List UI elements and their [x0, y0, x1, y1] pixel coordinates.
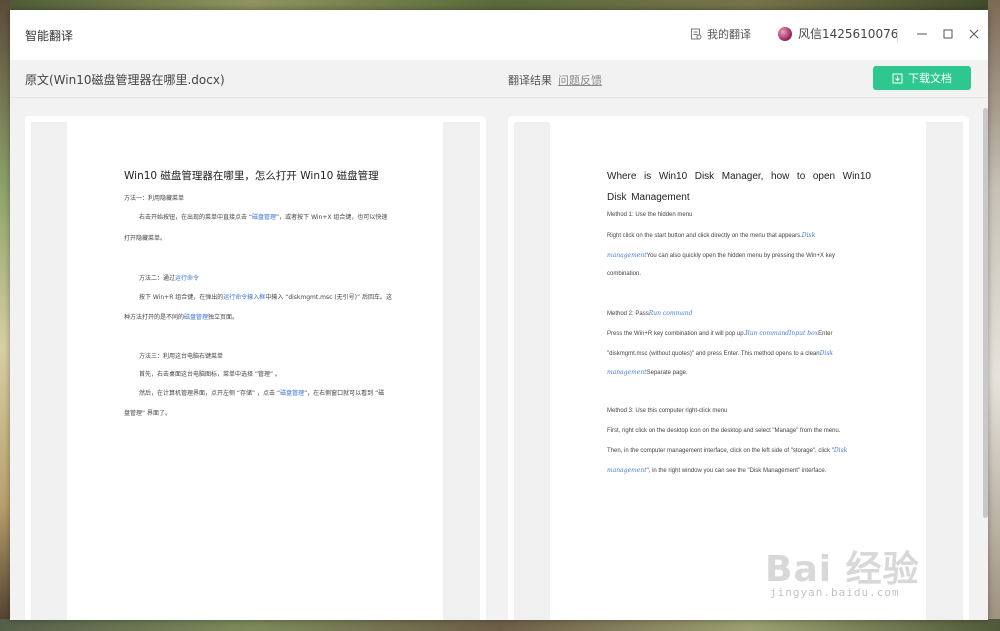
toolbar: 原文(Win10磁盘管理器在哪里.docx) 翻译结果 问题反馈 下载文档 — [10, 60, 988, 98]
line-text: "diskmgmt.msc (without quotes)" and pres… — [607, 351, 820, 357]
highlighted-term: Disk — [819, 350, 834, 357]
highlighted-term: management — [607, 252, 647, 259]
highlighted-term: 运行命令输入框 — [223, 294, 266, 301]
watermark: Bai 经验 jingyan.baidu.com — [765, 540, 965, 610]
line-text: 方法二：通过 — [139, 275, 176, 282]
line-text: ”，在右侧窗口就可以看到 “磁 — [304, 390, 385, 397]
watermark-logo: Bai 经验 — [765, 549, 920, 590]
download-document-button[interactable]: 下载文档 — [873, 66, 971, 90]
scrollbar-thumb[interactable] — [983, 108, 988, 518]
line-text: Method 3: Use this computer right-click … — [607, 408, 728, 414]
line-text: 打开隐藏菜单。 — [124, 235, 167, 242]
feedback-link[interactable]: 问题反馈 — [558, 72, 602, 88]
download-icon — [892, 73, 903, 83]
highlighted-term: Disk — [833, 447, 848, 454]
original-document-name: 原文(Win10磁盘管理器在哪里.docx) — [25, 73, 225, 87]
desktop-background-top — [0, 0, 1000, 10]
zh-line: 方法三：利用这台电脑右键菜单 — [139, 351, 223, 360]
en-line: "diskmgmt.msc (without quotes)" and pres… — [607, 350, 833, 357]
line-text: 独立页面。 — [208, 314, 239, 321]
line-text: ”，或者按下 Win+X 组合键，也可以快速 — [276, 214, 388, 221]
line-text: First, right click on the desktop icon o… — [607, 428, 841, 434]
download-label: 下载文档 — [908, 72, 952, 85]
line-text: Enter — [818, 331, 833, 337]
my-translations-button[interactable]: 我的翻译 — [690, 26, 751, 42]
en-line: Right click on the start button and clic… — [607, 232, 815, 239]
zh-line: 方法一：利用隐藏菜单 — [124, 193, 184, 202]
close-icon — [969, 29, 979, 39]
desktop-background-right — [988, 0, 1000, 631]
highlighted-term: management — [607, 467, 647, 474]
line-text: 然后，在计算机管理界面，点开左侧 “存储” ，点击 “ — [139, 390, 281, 397]
zh-line: 种方法打开的是不同的磁盘管理独立页面。 — [124, 312, 238, 321]
original-panel[interactable]: Win10 磁盘管理器在哪里，怎么打开 Win10 磁盘管理 方法一：利用隐藏菜… — [25, 116, 486, 620]
en-line: Then, in the computer management interfa… — [607, 447, 847, 454]
en-line: Method 1: Use the hidden menu — [607, 212, 692, 218]
en-line: Method 2: PassRun command — [607, 310, 693, 317]
desktop-background-left — [0, 0, 10, 631]
minimize-button[interactable] — [913, 25, 931, 43]
highlighted-term: 磁盘管理 — [280, 390, 305, 397]
highlighted-term: 运行命令 — [175, 275, 200, 282]
line-text: Method 2: Pass — [607, 311, 649, 317]
translation-window: 智能翻译 我的翻译 风信1425610076 原文(Win10磁盘管理器在哪里.… — [10, 10, 988, 620]
line-text: Method 1: Use the hidden menu — [607, 212, 693, 218]
desktop-background-bottom — [0, 619, 1000, 631]
watermark-url: jingyan.baidu.com — [770, 586, 900, 599]
en-line: Method 3: Use this computer right-click … — [607, 408, 727, 414]
line-text: Separate page. — [646, 370, 688, 376]
en-line: managementSeparate page. — [607, 369, 688, 376]
highlighted-term: Disk — [801, 232, 816, 239]
en-line: managementYou can also quickly open the … — [607, 252, 835, 259]
en-line: combination. — [607, 271, 641, 277]
line-text: 按下 Win+R 组合键，在弹出的 — [139, 294, 224, 301]
en-line: management", in the right window you can… — [607, 467, 826, 474]
document-icon — [691, 28, 702, 40]
line-text: 种方法打开的是不同的 — [124, 314, 185, 321]
divider — [897, 30, 898, 42]
maximize-icon — [943, 29, 953, 39]
line-text: Right click on the start button and clic… — [607, 233, 802, 239]
highlighted-term: Run commandInput box — [745, 330, 819, 337]
username: 风信1425610076 — [798, 27, 899, 41]
my-translations-label: 我的翻译 — [707, 28, 751, 41]
original-title: Win10 磁盘管理器在哪里，怎么打开 Win10 磁盘管理 — [124, 170, 379, 182]
close-button[interactable] — [965, 25, 983, 43]
highlighted-term: 磁盘管理 — [184, 314, 209, 321]
line-text: 中输入 “diskmgmt.msc (无引号)” 后回车。这 — [265, 294, 393, 301]
zh-line: 右击开始按钮，在出现的菜单中直接点击 “磁盘管理”，或者按下 Win+X 组合键… — [139, 212, 387, 221]
avatar — [778, 26, 792, 41]
line-text: 方法一：利用隐藏菜单 — [124, 195, 185, 202]
title-bar: 智能翻译 我的翻译 风信1425610076 — [10, 10, 988, 60]
maximize-button[interactable] — [939, 25, 957, 43]
zh-line: 方法二：通过运行命令 — [139, 273, 199, 282]
scrollbar[interactable] — [982, 98, 988, 620]
translation-result-label: 翻译结果 — [508, 74, 552, 87]
line-text: 首先，右击桌面这台电脑图标，菜单中选择 “管理” 。 — [139, 371, 282, 378]
zh-line: 打开隐藏菜单。 — [124, 233, 166, 242]
zh-line: 首先，右击桌面这台电脑图标，菜单中选择 “管理” 。 — [139, 369, 281, 378]
en-line: First, right click on the desktop icon o… — [607, 428, 840, 434]
highlighted-term: management — [607, 369, 647, 376]
highlighted-term: Run command — [648, 310, 693, 317]
line-text: Press the Win+R key combination and it w… — [607, 331, 746, 337]
minimize-icon — [917, 33, 927, 35]
en-line: Press the Win+R key combination and it w… — [607, 330, 832, 337]
line-text: 盘管理” 界面了。 — [124, 410, 172, 417]
original-page: Win10 磁盘管理器在哪里，怎么打开 Win10 磁盘管理 方法一：利用隐藏菜… — [67, 122, 443, 620]
line-text: 方法三：利用这台电脑右键菜单 — [139, 353, 224, 360]
zh-line: 然后，在计算机管理界面，点开左侧 “存储” ，点击 “磁盘管理”，在右侧窗口就可… — [139, 388, 384, 397]
line-text: combination. — [607, 271, 642, 277]
line-text: Then, in the computer management interfa… — [607, 448, 834, 454]
user-account[interactable]: 风信1425610076 — [778, 25, 898, 42]
line-text: 右击开始按钮，在出现的菜单中直接点击 “ — [139, 214, 253, 221]
highlighted-term: 磁盘管理 — [252, 214, 277, 221]
zh-line: 按下 Win+R 组合键，在弹出的运行命令输入框中输入 “diskmgmt.ms… — [139, 292, 392, 301]
zh-line: 盘管理” 界面了。 — [124, 408, 171, 417]
line-text: You can also quickly open the hidden men… — [646, 253, 836, 259]
app-title: 智能翻译 — [25, 29, 74, 43]
translation-title: Where is Win10 Disk Manager, how to open… — [607, 171, 871, 203]
line-text: ", in the right window you can see the "… — [646, 468, 827, 474]
